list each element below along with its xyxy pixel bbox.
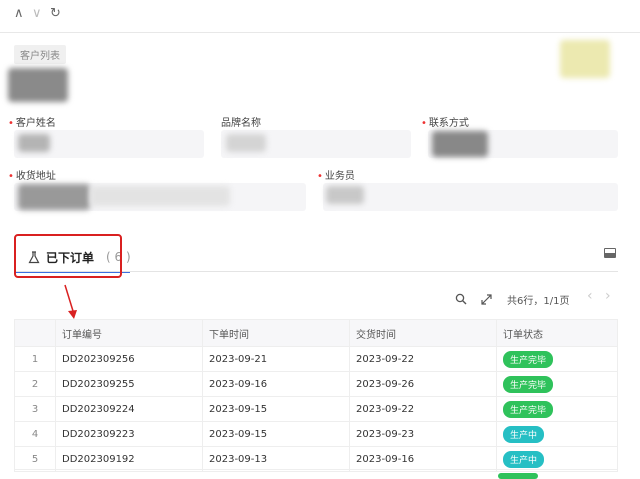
column-header[interactable]: 交货时间 xyxy=(349,319,497,347)
order-number-cell: DD202309256 xyxy=(55,346,203,372)
status-cell: 生产中 xyxy=(496,446,618,472)
row-index: 4 xyxy=(14,421,56,447)
salesperson-label: • 业务员 xyxy=(317,171,355,182)
redacted-customer-name xyxy=(18,134,50,152)
refresh-icon[interactable]: ↻ xyxy=(50,6,61,21)
delivery-date-cell: 2023-09-26 xyxy=(349,371,497,397)
panel-layout-icon[interactable] xyxy=(604,248,616,258)
row-index: 2 xyxy=(14,371,56,397)
annotation-arrow-icon xyxy=(64,284,77,319)
back-icon[interactable]: ∧ xyxy=(14,6,24,21)
redacted-avatar xyxy=(8,68,68,102)
expand-icon[interactable] xyxy=(481,294,492,305)
redacted-decoration xyxy=(560,40,610,78)
table-row[interactable]: 5 DD202309192 2023-09-13 2023-09-16 生产中 xyxy=(14,446,618,472)
index-header xyxy=(14,319,56,347)
table-row[interactable]: 3 DD202309224 2023-09-15 2023-09-22 生产完毕 xyxy=(14,396,618,422)
salesperson-field[interactable] xyxy=(323,183,618,211)
pagination-summary: 共6行，1/1页 xyxy=(507,296,570,307)
customer-name-label: • 客户姓名 xyxy=(8,118,56,129)
redacted-contact xyxy=(432,131,488,157)
redacted-salesperson xyxy=(326,186,364,204)
next-page-icon[interactable]: › xyxy=(605,288,611,304)
status-badge: 生产完毕 xyxy=(503,350,554,368)
status-cell: 生产完毕 xyxy=(496,371,618,397)
address-label: • 收货地址 xyxy=(8,171,56,182)
status-badge: 生产中 xyxy=(503,425,545,443)
brand-name-label: 品牌名称 xyxy=(221,118,261,129)
order-date-cell: 2023-09-15 xyxy=(202,421,350,447)
order-number-cell: DD202309223 xyxy=(55,421,203,447)
status-cell: 生产中 xyxy=(496,421,618,447)
table-row[interactable]: 2 DD202309255 2023-09-16 2023-09-26 生产完毕 xyxy=(14,371,618,397)
row-index: 5 xyxy=(14,446,56,472)
column-header[interactable]: 下单时间 xyxy=(202,319,350,347)
row-index: 3 xyxy=(14,396,56,422)
contact-label: • 联系方式 xyxy=(421,118,469,129)
delivery-date-cell: 2023-09-22 xyxy=(349,396,497,422)
forward-icon[interactable]: ∨ xyxy=(32,6,42,21)
status-cell: 生产完毕 xyxy=(496,346,618,372)
column-header[interactable]: 订单编号 xyxy=(55,319,203,347)
breadcrumb[interactable]: 客户列表 xyxy=(14,45,66,64)
status-cell: 生产完毕 xyxy=(496,396,618,422)
order-date-cell: 2023-09-15 xyxy=(202,396,350,422)
order-number-cell: DD202309255 xyxy=(55,371,203,397)
column-header[interactable]: 订单状态 xyxy=(496,319,618,347)
row-index: 1 xyxy=(14,346,56,372)
status-badge: 生产完毕 xyxy=(503,375,554,393)
order-date-cell: 2023-09-21 xyxy=(202,346,350,372)
order-date-cell: 2023-09-13 xyxy=(202,446,350,472)
status-badge xyxy=(498,473,538,479)
annotation-highlight-box xyxy=(14,234,122,278)
order-date-cell: 2023-09-16 xyxy=(202,371,350,397)
top-bar: ∧ ∨ ↻ xyxy=(0,0,640,33)
redacted-brand-name xyxy=(226,134,266,152)
order-number-cell: DD202309224 xyxy=(55,396,203,422)
orders-table: 订单编号 下单时间 交货时间 订单状态 1 DD202309256 2023-0… xyxy=(14,319,618,472)
status-badge: 生产中 xyxy=(503,450,545,468)
table-row[interactable]: 4 DD202309223 2023-09-15 2023-09-23 生产中 xyxy=(14,421,618,447)
delivery-date-cell: 2023-09-16 xyxy=(349,446,497,472)
redacted-address xyxy=(18,184,90,210)
status-badge: 生产完毕 xyxy=(503,400,554,418)
order-number-cell: DD202309192 xyxy=(55,446,203,472)
delivery-date-cell: 2023-09-23 xyxy=(349,421,497,447)
delivery-date-cell: 2023-09-22 xyxy=(349,346,497,372)
redacted-address-tail xyxy=(90,186,230,206)
table-row[interactable]: 1 DD202309256 2023-09-21 2023-09-22 生产完毕 xyxy=(14,346,618,372)
table-header-row: 订单编号 下单时间 交货时间 订单状态 xyxy=(14,319,618,347)
prev-page-icon[interactable]: ‹ xyxy=(587,288,593,304)
search-icon[interactable] xyxy=(455,293,467,305)
